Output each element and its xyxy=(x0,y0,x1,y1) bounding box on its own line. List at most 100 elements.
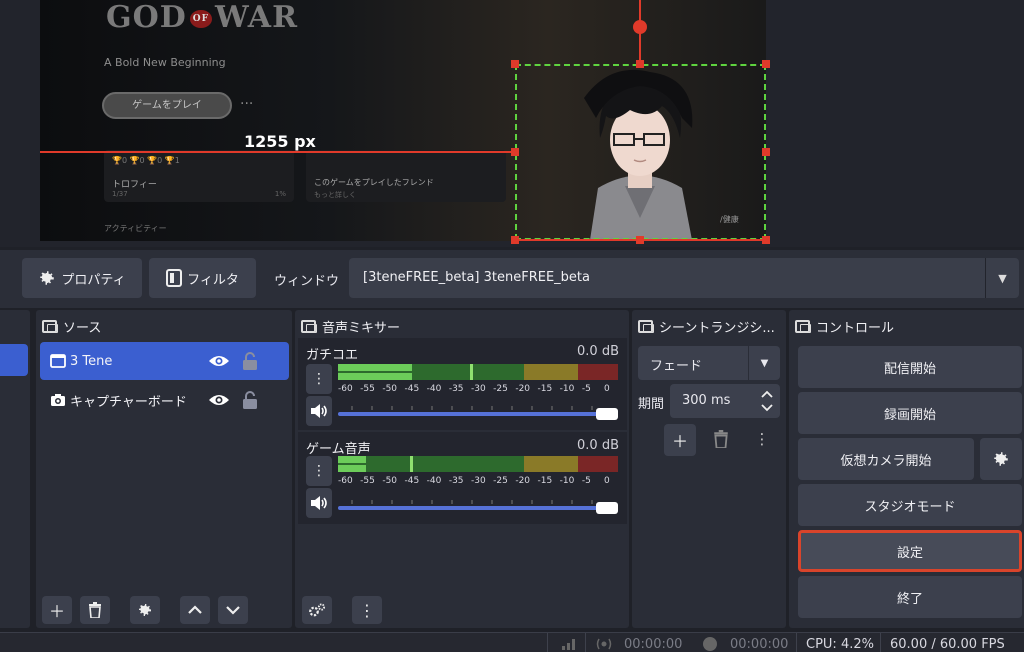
source-item-3tene[interactable]: 3 Tene xyxy=(40,342,289,380)
gears-icon xyxy=(309,603,326,617)
window-select-value: [3teneFREE_beta] 3teneFREE_beta xyxy=(363,270,590,285)
virtual-camera-settings-button[interactable] xyxy=(980,438,1022,480)
settings-button[interactable]: 設定 xyxy=(798,530,1022,572)
resize-handle-bottom[interactable] xyxy=(636,236,644,244)
transition-menu-button[interactable]: ⋮ xyxy=(752,428,772,450)
studio-mode-button[interactable]: スタジオモード xyxy=(798,484,1022,526)
source-item-capture-board[interactable]: キャプチャーボード xyxy=(40,381,289,419)
meter-scale-label: -30 xyxy=(471,476,486,486)
lock-icon[interactable] xyxy=(242,352,258,370)
dock-window-icon[interactable] xyxy=(42,319,58,333)
volume-meter xyxy=(338,364,618,380)
exit-button[interactable]: 終了 xyxy=(798,576,1022,618)
filters-button[interactable]: フィルタ xyxy=(149,258,256,298)
move-source-down-button[interactable] xyxy=(218,596,248,624)
friends-card: このゲームをプレイしたフレンド もっと詳しく xyxy=(306,150,506,202)
activity-label: アクティビティー xyxy=(104,224,167,233)
remove-source-button[interactable] xyxy=(80,596,110,624)
signal-bars-icon xyxy=(562,639,575,650)
dots-vertical-icon: ⋮ xyxy=(312,463,326,479)
record-dot-icon xyxy=(703,637,717,651)
resize-handle-bottom-right[interactable] xyxy=(762,236,770,244)
status-divider xyxy=(796,633,797,652)
source-name: 3 Tene xyxy=(70,353,113,369)
friends-label: このゲームをプレイしたフレンド xyxy=(314,178,434,187)
transition-type-select[interactable]: フェード ▼ xyxy=(638,346,780,380)
dock-window-icon[interactable] xyxy=(638,319,654,333)
resize-handle-top-left[interactable] xyxy=(511,60,519,68)
duration-value: 300 ms xyxy=(682,393,731,408)
source-properties-button[interactable] xyxy=(130,596,160,624)
plus-icon: ＋ xyxy=(48,602,65,621)
resize-handle-left[interactable] xyxy=(511,148,519,156)
status-divider xyxy=(547,633,548,652)
add-transition-button[interactable]: ＋ xyxy=(664,424,696,456)
camera-icon xyxy=(51,394,65,406)
trophy-counts: 🏆0 🏆0 🏆0 🏆1 xyxy=(112,156,180,165)
meter-scale-label: 0 xyxy=(604,384,610,394)
duration-label: 期間 xyxy=(638,397,665,412)
meter-scale-label: -15 xyxy=(537,384,553,394)
trash-icon xyxy=(89,602,101,618)
trophy-label: トロフィー xyxy=(112,180,157,190)
plus-icon: ＋ xyxy=(671,432,688,451)
resize-handle-right[interactable] xyxy=(762,148,770,156)
controls-dock-title: コントロール xyxy=(795,316,894,336)
channel-menu-button[interactable]: ⋮ xyxy=(306,364,332,394)
meter-scale-label: -55 xyxy=(360,384,375,394)
resize-handle-top[interactable] xyxy=(636,60,644,68)
add-source-button[interactable]: ＋ xyxy=(42,596,72,624)
mixer-dock-title: 音声ミキサー xyxy=(301,316,400,336)
start-virtual-camera-button[interactable]: 仮想カメラ開始 xyxy=(798,438,974,480)
window-select[interactable]: [3teneFREE_beta] 3teneFREE_beta ▼ xyxy=(349,258,1019,298)
resize-handle-bottom-left[interactable] xyxy=(511,236,519,244)
rotate-handle[interactable] xyxy=(633,20,647,34)
mixer-menu-button[interactable]: ⋮ xyxy=(352,596,382,624)
start-streaming-button[interactable]: 配信開始 xyxy=(798,346,1022,388)
trophy-card: 🏆0 🏆0 🏆0 🏆1 トロフィー 1/37 1% xyxy=(104,150,294,202)
lock-icon[interactable] xyxy=(242,391,258,409)
game-play-button: ゲームをプレイ xyxy=(102,92,232,119)
meter-scale-label: -40 xyxy=(426,384,442,394)
remove-transition-button[interactable] xyxy=(710,428,732,450)
meter-scale-label: -10 xyxy=(559,476,575,486)
volume-slider-handle[interactable] xyxy=(596,502,618,514)
mute-button[interactable] xyxy=(306,396,332,426)
gear-icon xyxy=(40,271,55,285)
chevron-down-icon[interactable]: ▼ xyxy=(985,258,1019,298)
advanced-audio-button[interactable] xyxy=(302,596,332,624)
speaker-icon xyxy=(311,496,327,510)
move-source-up-button[interactable] xyxy=(180,596,210,624)
chevron-down-icon[interactable]: ▼ xyxy=(748,346,780,380)
measure-label: 1255 px xyxy=(244,132,316,151)
preview-canvas[interactable]: GOD OF WAR A Bold New Beginning ゲームをプレイ ··… xyxy=(0,0,1024,247)
dock-window-icon[interactable] xyxy=(301,319,317,333)
volume-slider[interactable] xyxy=(338,404,618,424)
source-selection-box[interactable] xyxy=(515,64,766,240)
meter-scale-label: -45 xyxy=(404,384,420,394)
eye-icon[interactable] xyxy=(208,393,230,407)
start-recording-button[interactable]: 録画開始 xyxy=(798,392,1022,434)
fps-readout: 60.00 / 60.00 FPS xyxy=(890,637,1005,652)
gear-icon xyxy=(994,452,1008,466)
scene-item-selected[interactable] xyxy=(0,344,28,376)
meter-scale-label: -20 xyxy=(515,384,531,394)
duration-spinbox[interactable]: 300 ms xyxy=(670,384,780,418)
transition-type-value: フェード xyxy=(650,359,703,374)
status-divider xyxy=(585,633,586,652)
dock-window-icon[interactable] xyxy=(795,319,811,333)
properties-button[interactable]: プロパティ xyxy=(22,258,142,298)
resize-handle-top-right[interactable] xyxy=(762,60,770,68)
stepper-icon[interactable] xyxy=(760,388,774,414)
volume-slider-handle[interactable] xyxy=(596,408,618,420)
trash-icon xyxy=(714,430,728,448)
game-logo: GOD OF WAR xyxy=(106,0,298,35)
eye-icon[interactable] xyxy=(208,354,230,368)
channel-menu-button[interactable]: ⋮ xyxy=(306,456,332,486)
meter-scale-label: -50 xyxy=(382,476,398,486)
meter-scale-label: -35 xyxy=(448,384,464,394)
source-name: キャプチャーボード xyxy=(70,394,187,410)
mute-button[interactable] xyxy=(306,488,332,518)
meter-scale-label: -55 xyxy=(360,476,375,486)
volume-slider[interactable] xyxy=(338,498,618,518)
